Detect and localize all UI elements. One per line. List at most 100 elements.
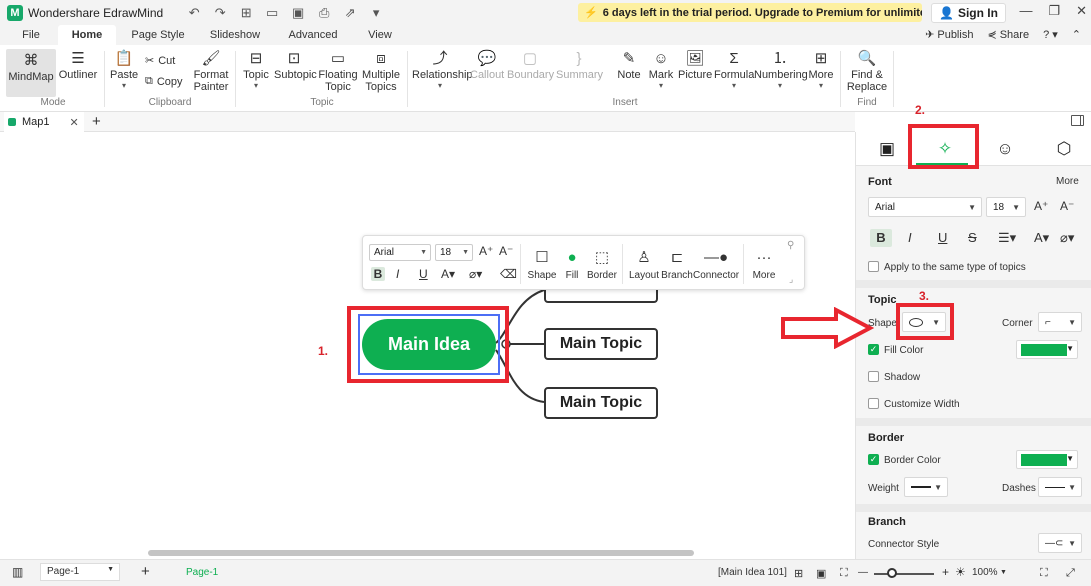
line-weight-icon (911, 486, 931, 488)
border-color-checkbox[interactable]: ✓ (868, 454, 879, 465)
clear-format-icon[interactable]: ⌫ (500, 267, 517, 281)
underline-icon[interactable]: U (419, 267, 428, 281)
page-select[interactable]: Page-1 ▼ (40, 563, 120, 581)
increase-font-icon[interactable]: A⁺ (1034, 199, 1048, 213)
panel-toggle-icon[interactable] (1071, 115, 1084, 126)
fit-page-icon[interactable]: ⊞ (794, 567, 803, 580)
maximize-icon[interactable]: ❐ (1048, 3, 1060, 19)
group-separator (893, 51, 894, 107)
close-icon[interactable]: ✕ (1076, 3, 1087, 19)
page-tab-active[interactable]: Page-1 (186, 567, 218, 578)
publish-button[interactable]: ✈ Publish (925, 25, 973, 45)
zoom-slider-thumb[interactable] (887, 568, 897, 578)
sidebar-toggle-icon[interactable]: ▥ (12, 565, 23, 579)
shape-button[interactable]: ☐ Shape (527, 248, 557, 281)
panel-italic-icon[interactable]: I (908, 230, 912, 245)
corner-select[interactable]: ⌐ ▼ (1038, 312, 1082, 332)
connector-style-select[interactable]: —⊂ ▼ (1038, 533, 1082, 553)
fill-color-picker[interactable]: ▼ (1016, 340, 1078, 359)
branch-label: Branch (661, 270, 693, 281)
minimize-icon[interactable]: — (1019, 3, 1032, 19)
customize-width-checkbox[interactable] (868, 398, 879, 409)
panel-align-icon[interactable]: ☰▾ (998, 230, 1016, 246)
fullscreen-icon[interactable]: ⛶ (840, 567, 848, 580)
status-bar: ▥ Page-1 ▼ + Page-1 [Main Idea 101] ⊞ ▣ … (0, 559, 1091, 586)
topic-node-partial[interactable] (544, 290, 658, 303)
zoom-level[interactable]: 100% (972, 567, 998, 578)
annotation-step-2: 2. (915, 103, 926, 117)
more-button[interactable]: ··· More (749, 248, 779, 281)
dash-style-icon (1045, 486, 1065, 488)
shape-icon: ☐ (535, 249, 549, 266)
collapse-ribbon-icon[interactable]: ⌃ (1072, 25, 1081, 45)
add-page-icon[interactable]: + (141, 563, 150, 580)
resize-icon[interactable]: ⌟ (789, 274, 793, 285)
decrease-font-icon[interactable]: A⁻ (1060, 199, 1074, 213)
zoom-in-icon[interactable]: + (942, 565, 949, 579)
horizontal-scrollbar[interactable] (148, 550, 694, 556)
border-button[interactable]: ⬚ Border (585, 248, 619, 281)
increase-font-icon[interactable]: A⁺ (479, 244, 493, 258)
border-icon: ⬚ (594, 249, 610, 266)
section-divider (856, 418, 1091, 426)
sign-in-button[interactable]: 👤 Sign In (931, 3, 1006, 23)
panel-highlight-icon[interactable]: ⌀▾ (1060, 230, 1074, 246)
shadow-label: Shadow (884, 372, 921, 383)
panel-text-color-icon[interactable]: A▾ (1034, 230, 1049, 246)
panel-strikethrough-icon[interactable]: S (968, 230, 977, 245)
border-color-picker[interactable]: ▼ (1016, 450, 1078, 469)
branch-button[interactable]: ⊏ Branch (661, 248, 693, 281)
font-section-title: Font (868, 176, 892, 188)
zoom-brightness-icon[interactable]: ☀ (955, 565, 966, 579)
zoom-dropdown-icon[interactable]: ▼ (1000, 569, 1007, 576)
decrease-font-icon[interactable]: A⁻ (499, 244, 513, 258)
help-icon[interactable]: ? ▾ (1043, 25, 1058, 45)
icon-tab-smiley-icon[interactable]: ☺ (990, 138, 1020, 160)
branch-section-title: Branch (868, 516, 906, 528)
main-topic-node[interactable]: Main Topic (544, 387, 658, 419)
highlight-icon[interactable]: ⌀▾ (469, 267, 482, 281)
fit-width-icon[interactable]: ▣ (816, 567, 826, 580)
zoom-slider[interactable] (874, 573, 934, 575)
bold-icon[interactable]: B (371, 267, 385, 281)
panel-font-family-select[interactable]: Arial ▼ (868, 197, 982, 217)
shadow-checkbox[interactable] (868, 371, 879, 382)
customize-width-label: Customize Width (884, 399, 960, 410)
font-size-select[interactable]: 18 ▼ (435, 244, 473, 261)
page-select-value: Page-1 (47, 566, 80, 577)
text-color-icon[interactable]: A▾ (441, 267, 455, 281)
font-more-link[interactable]: More (1056, 176, 1079, 187)
font-family-select[interactable]: Arial ▼ (369, 244, 431, 261)
topic-section-title: Topic (868, 294, 897, 306)
properties-panel: ▣ ✧ ☺ ⬡ Font More Arial ▼ 18 ▼ A⁺ A⁻ B I U… (855, 132, 1091, 559)
weight-select[interactable]: ▼ (904, 477, 948, 497)
connector-icon: —● (703, 249, 729, 266)
zoom-out-icon[interactable]: — (858, 567, 868, 578)
italic-icon[interactable]: I (396, 267, 399, 281)
dashes-select[interactable]: ▼ (1038, 477, 1082, 497)
selection-status: [Main Idea 101] (718, 567, 787, 578)
panel-underline-icon[interactable]: U (938, 230, 947, 245)
fit-screen-icon[interactable]: ⛶ (1040, 567, 1048, 580)
floating-toolbar: Arial ▼ 18 ▼ A⁺ A⁻ B I U A▾ ⌀▾ ⌫ ☐ Shape ●… (362, 235, 805, 290)
chevron-down-icon: ▼ (1068, 317, 1076, 327)
connector-button[interactable]: —● Connector (693, 248, 739, 281)
fill-button[interactable]: ● Fill (559, 248, 585, 281)
panel-bold-icon[interactable]: B (870, 229, 892, 247)
publish-icon: ✈ (925, 29, 935, 41)
sign-in-label: Sign In (957, 6, 998, 20)
share-button[interactable]: ⋞ Share (987, 25, 1029, 45)
present-icon[interactable]: ⤢ (1066, 567, 1075, 580)
theme-tab-badge-icon[interactable]: ⬡ (1049, 138, 1079, 160)
page-format-tab-icon[interactable]: ▣ (872, 138, 902, 160)
layout-button[interactable]: ♙ Layout (627, 248, 661, 281)
pin-icon[interactable]: ⚲ (787, 240, 794, 251)
panel-font-size-value: 18 (993, 201, 1005, 213)
annotation-box-3 (896, 303, 954, 340)
panel-font-size-select[interactable]: 18 ▼ (986, 197, 1026, 217)
main-topic-node[interactable]: Main Topic (544, 328, 658, 360)
apply-same-checkbox[interactable] (868, 261, 879, 272)
border-label: Border (586, 270, 617, 281)
border-section-title: Border (868, 432, 905, 444)
layout-icon: ♙ (637, 249, 651, 266)
